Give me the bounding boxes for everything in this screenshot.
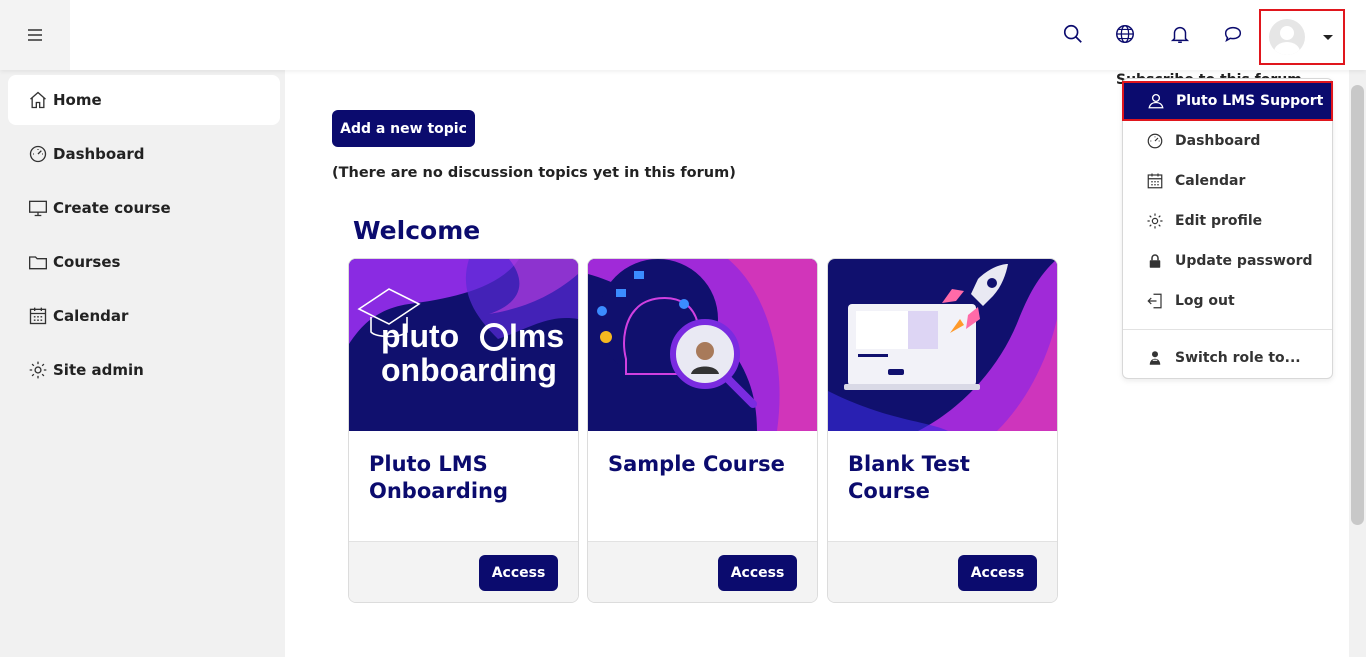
sidebar-item-dashboard[interactable]: Dashboard: [8, 129, 280, 179]
user-menu-dropdown: Pluto LMS Support Dashboard Calendar Edi…: [1122, 78, 1333, 379]
card-footer: Access: [828, 541, 1057, 602]
sidebar-item-label: Courses: [53, 253, 121, 271]
course-image: pluto lms onboarding: [349, 259, 578, 431]
menu-item-edit-profile[interactable]: Edit profile: [1123, 201, 1332, 241]
calendar-icon: [1147, 173, 1163, 189]
messages-button[interactable]: [1218, 19, 1248, 49]
top-navbar: [0, 0, 1366, 70]
no-topics-message: (There are no discussion topics yet in t…: [332, 165, 736, 181]
page-scrollbar-thumb[interactable]: [1351, 85, 1364, 525]
svg-text:onboarding: onboarding: [381, 352, 557, 388]
sidebar-item-calendar[interactable]: Calendar: [8, 291, 280, 341]
svg-text:pluto: pluto: [381, 318, 459, 354]
sidebar-item-create-course[interactable]: Create course: [8, 183, 280, 233]
sidebar-item-label: Home: [53, 91, 102, 109]
gear-icon: [29, 361, 47, 379]
folder-icon: [29, 256, 47, 270]
logout-icon: [1147, 293, 1162, 309]
card-footer: Access: [588, 541, 817, 602]
course-image: [828, 259, 1057, 431]
sidebar-item-label: Dashboard: [53, 145, 145, 163]
hamburger-menu-button[interactable]: [0, 0, 70, 70]
home-icon: [30, 91, 46, 109]
calendar-icon: [29, 307, 47, 325]
language-button[interactable]: [1110, 19, 1140, 49]
access-button[interactable]: Access: [958, 555, 1037, 591]
search-button[interactable]: [1058, 19, 1088, 49]
gear-icon: [1147, 213, 1163, 229]
menu-item-profile-name[interactable]: Pluto LMS Support: [1122, 81, 1333, 121]
user-menu-toggle[interactable]: [1259, 9, 1345, 65]
menu-item-log-out[interactable]: Log out: [1123, 281, 1332, 321]
course-card-blank-test: Blank Test Course Access: [827, 258, 1058, 603]
sidebar-item-home[interactable]: Home: [8, 75, 280, 125]
access-button[interactable]: Access: [479, 555, 558, 591]
lock-icon: [1149, 254, 1161, 268]
sidebar-item-label: Site admin: [53, 361, 144, 379]
course-card-pluto-onboarding: pluto lms onboarding Pluto LMS Onboardin…: [348, 258, 579, 603]
user-icon: [1148, 93, 1164, 109]
gauge-icon: [29, 145, 47, 163]
sidebar: Home Dashboard Create course Courses Cal…: [0, 70, 285, 657]
welcome-heading: Welcome: [353, 216, 481, 245]
course-title[interactable]: Pluto LMS Onboarding: [369, 451, 564, 505]
sidebar-item-site-admin[interactable]: Site admin: [8, 345, 280, 395]
add-topic-button[interactable]: Add a new topic: [332, 110, 475, 147]
course-title[interactable]: Sample Course: [608, 451, 803, 478]
menu-item-calendar[interactable]: Calendar: [1123, 161, 1332, 201]
course-title[interactable]: Blank Test Course: [848, 451, 1043, 505]
sidebar-item-courses[interactable]: Courses: [8, 237, 280, 287]
course-card-sample-course: Sample Course Access: [587, 258, 818, 603]
user-switch-icon: [1149, 351, 1161, 365]
menu-item-switch-role[interactable]: Switch role to...: [1123, 338, 1332, 378]
access-button[interactable]: Access: [718, 555, 797, 591]
avatar: [1269, 19, 1305, 55]
svg-text:lms: lms: [509, 318, 564, 354]
hamburger-icon: [28, 29, 42, 41]
card-footer: Access: [349, 541, 578, 602]
menu-divider: [1123, 329, 1332, 330]
course-image: [588, 259, 817, 431]
gauge-icon: [1147, 133, 1163, 149]
search-icon: [1063, 24, 1082, 43]
caret-down-icon: [1323, 34, 1333, 40]
menu-item-update-password[interactable]: Update password: [1123, 241, 1332, 281]
bell-icon: [1170, 26, 1190, 43]
globe-icon: [1116, 25, 1134, 43]
chat-icon: [1224, 26, 1242, 43]
monitor-icon: [29, 200, 47, 217]
notifications-button[interactable]: [1165, 19, 1195, 49]
sidebar-item-label: Create course: [53, 199, 171, 217]
sidebar-item-label: Calendar: [53, 307, 129, 325]
menu-item-dashboard[interactable]: Dashboard: [1123, 121, 1332, 161]
